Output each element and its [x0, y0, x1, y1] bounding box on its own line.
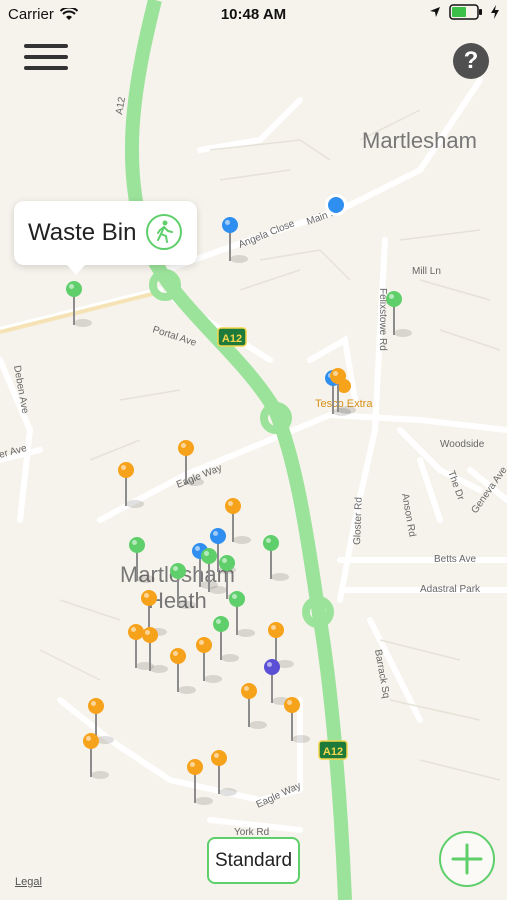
hamburger-menu-icon[interactable]	[24, 44, 68, 76]
legal-link[interactable]: Legal	[15, 876, 42, 888]
road-label: Mill Ln	[412, 266, 441, 277]
help-icon[interactable]: ?	[453, 43, 489, 79]
road-label: Adastral Park	[420, 584, 481, 595]
road-label: Gloster Rd	[352, 497, 365, 545]
place-label: Martlesham	[362, 128, 477, 153]
current-location-icon	[328, 197, 344, 213]
plus-icon[interactable]	[439, 831, 495, 887]
road-label: Betts Ave	[434, 554, 477, 565]
charging-bolt-icon	[491, 5, 499, 19]
battery-icon	[449, 4, 482, 20]
svg-text:A12: A12	[222, 333, 242, 345]
callout-title: Waste Bin	[28, 219, 137, 246]
svg-text:A12: A12	[323, 746, 343, 758]
pin-callout[interactable]: Waste Bin	[14, 201, 197, 275]
road-badge: A12	[318, 740, 348, 760]
map-style-button[interactable]: Standard	[207, 837, 300, 884]
road-badge: A12	[217, 327, 247, 347]
map-canvas[interactable]: A12 A12 Martlesham Martlesham Heath A12 …	[0, 0, 507, 900]
location-arrow-icon	[430, 7, 440, 17]
road-label: Woodside	[440, 439, 485, 450]
walking-person-icon[interactable]	[146, 214, 182, 250]
status-bar: Carrier 10:48 AM	[0, 0, 507, 30]
